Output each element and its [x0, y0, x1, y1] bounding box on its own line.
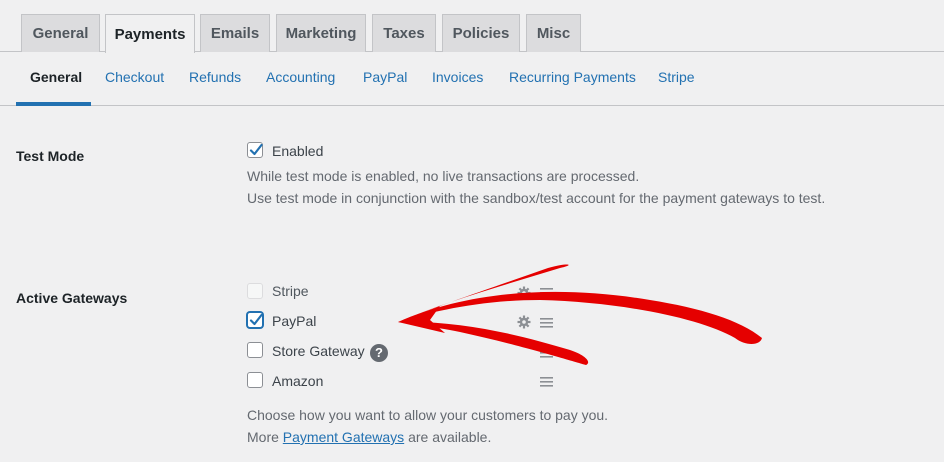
annotation-arrow-icon [398, 264, 762, 365]
